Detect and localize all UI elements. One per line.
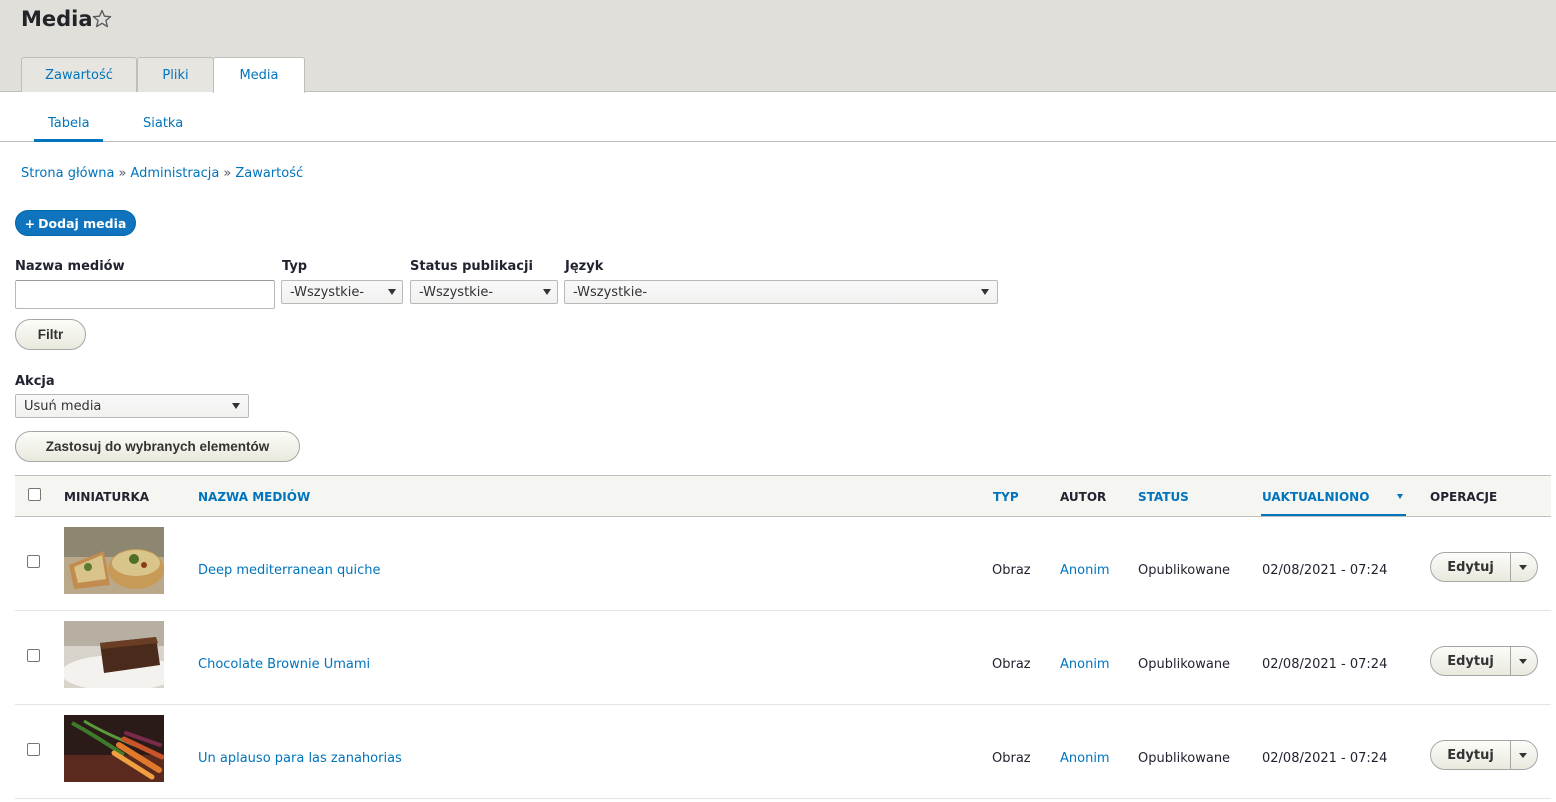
table-row: Un aplauso para las zanahorias Obraz Ano… xyxy=(15,705,1551,799)
edit-button[interactable]: Edytuj xyxy=(1431,741,1511,769)
column-thumbnail: MINIATURKA xyxy=(64,490,150,504)
status-text: Opublikowane xyxy=(1138,751,1231,766)
filter-language-label: Język xyxy=(565,259,604,274)
media-type: Obraz xyxy=(992,751,1031,766)
updated-date: 02/08/2021 - 07:24 xyxy=(1262,657,1388,672)
updated-date: 02/08/2021 - 07:24 xyxy=(1262,563,1388,578)
chevron-down-icon xyxy=(232,403,240,409)
breadcrumb-home[interactable]: Strona główna xyxy=(21,166,114,181)
sort-indicator xyxy=(1261,514,1406,516)
tab-zawartosc[interactable]: Zawartość xyxy=(21,57,137,92)
status-text: Opublikowane xyxy=(1138,563,1231,578)
breadcrumb-separator: » xyxy=(118,166,127,181)
tab-media[interactable]: Media xyxy=(213,57,305,93)
edit-button[interactable]: Edytuj xyxy=(1431,647,1511,675)
tab-pliki[interactable]: Pliki xyxy=(137,57,214,92)
filter-type-label: Typ xyxy=(282,259,308,274)
plus-icon: + xyxy=(24,215,36,231)
table-row: Deep mediterranean quiche Obraz Anonim O… xyxy=(15,517,1551,611)
updated-date: 02/08/2021 - 07:24 xyxy=(1262,751,1388,766)
status-text: Opublikowane xyxy=(1138,657,1231,672)
row-checkbox[interactable] xyxy=(27,649,40,662)
column-status[interactable]: STATUS xyxy=(1138,490,1189,504)
column-media-name[interactable]: NAZWA MEDIÓW xyxy=(198,490,310,504)
add-media-label: Dodaj media xyxy=(38,215,127,231)
chevron-down-icon xyxy=(981,289,989,295)
table-header: MINIATURKA NAZWA MEDIÓW TYP AUTOR STATUS… xyxy=(15,475,1551,517)
type-select-value: -Wszystkie- xyxy=(290,284,365,300)
thumbnail-brownie[interactable] xyxy=(64,621,164,688)
thumbnail-carrots[interactable] xyxy=(64,715,164,782)
operations-dropbutton: Edytuj xyxy=(1430,740,1538,770)
breadcrumb-content[interactable]: Zawartość xyxy=(235,166,303,181)
author-link[interactable]: Anonim xyxy=(1060,563,1110,578)
action-select[interactable]: Usuń media xyxy=(15,394,249,418)
operations-toggle[interactable] xyxy=(1511,741,1537,769)
status-select-value: -Wszystkie- xyxy=(419,284,494,300)
page-title: Media xyxy=(21,7,93,31)
subtab-tabela[interactable]: Tabela xyxy=(48,116,90,131)
row-checkbox[interactable] xyxy=(27,555,40,568)
filter-name-label: Nazwa mediów xyxy=(15,259,125,274)
row-checkbox[interactable] xyxy=(27,743,40,756)
table-row: Chocolate Brownie Umami Obraz Anonim Opu… xyxy=(15,611,1551,705)
media-name-link[interactable]: Chocolate Brownie Umami xyxy=(198,657,370,672)
thumbnail-quiche[interactable] xyxy=(64,527,164,594)
chevron-down-icon xyxy=(1519,565,1527,570)
column-operations: OPERACJE xyxy=(1430,490,1498,504)
chevron-down-icon xyxy=(1519,659,1527,664)
action-select-value: Usuń media xyxy=(24,398,102,414)
select-all-checkbox[interactable] xyxy=(28,488,41,501)
media-name-link[interactable]: Deep mediterranean quiche xyxy=(198,563,381,578)
apply-to-selected-button[interactable]: Zastosuj do wybranych elementów xyxy=(15,431,300,462)
media-type: Obraz xyxy=(992,657,1031,672)
operations-dropbutton: Edytuj xyxy=(1430,552,1538,582)
operations-dropbutton: Edytuj xyxy=(1430,646,1538,676)
page-header: Media Zawartość Pliki Media xyxy=(0,0,1556,93)
operations-toggle[interactable] xyxy=(1511,647,1537,675)
status-select[interactable]: -Wszystkie- xyxy=(410,280,558,304)
add-media-button[interactable]: + Dodaj media xyxy=(15,210,136,236)
breadcrumb-admin[interactable]: Administracja xyxy=(130,166,219,181)
breadcrumb-separator: » xyxy=(223,166,232,181)
media-name-link[interactable]: Un aplauso para las zanahorias xyxy=(198,751,402,766)
media-name-input[interactable] xyxy=(15,280,275,309)
language-select[interactable]: -Wszystkie- xyxy=(564,280,998,304)
sort-descending-icon xyxy=(1397,494,1403,499)
edit-button[interactable]: Edytuj xyxy=(1431,553,1511,581)
media-type: Obraz xyxy=(992,563,1031,578)
language-select-value: -Wszystkie- xyxy=(573,284,648,300)
breadcrumb: Strona główna » Administracja » Zawartoś… xyxy=(21,166,303,181)
chevron-down-icon xyxy=(1519,753,1527,758)
filter-status-label: Status publikacji xyxy=(410,259,533,274)
secondary-tabs: Tabela Siatka xyxy=(0,92,1556,142)
action-label: Akcja xyxy=(15,374,55,389)
filter-button[interactable]: Filtr xyxy=(15,319,86,350)
author-link[interactable]: Anonim xyxy=(1060,657,1110,672)
column-type[interactable]: TYP xyxy=(993,490,1019,504)
type-select[interactable]: -Wszystkie- xyxy=(281,280,403,304)
author-link[interactable]: Anonim xyxy=(1060,751,1110,766)
column-updated[interactable]: UAKTUALNIONO xyxy=(1262,490,1369,504)
operations-toggle[interactable] xyxy=(1511,553,1537,581)
active-subtab-indicator xyxy=(34,139,103,142)
chevron-down-icon xyxy=(388,289,396,295)
chevron-down-icon xyxy=(543,289,551,295)
column-author: AUTOR xyxy=(1060,490,1107,504)
subtab-siatka[interactable]: Siatka xyxy=(143,116,183,131)
star-icon[interactable] xyxy=(92,9,112,29)
